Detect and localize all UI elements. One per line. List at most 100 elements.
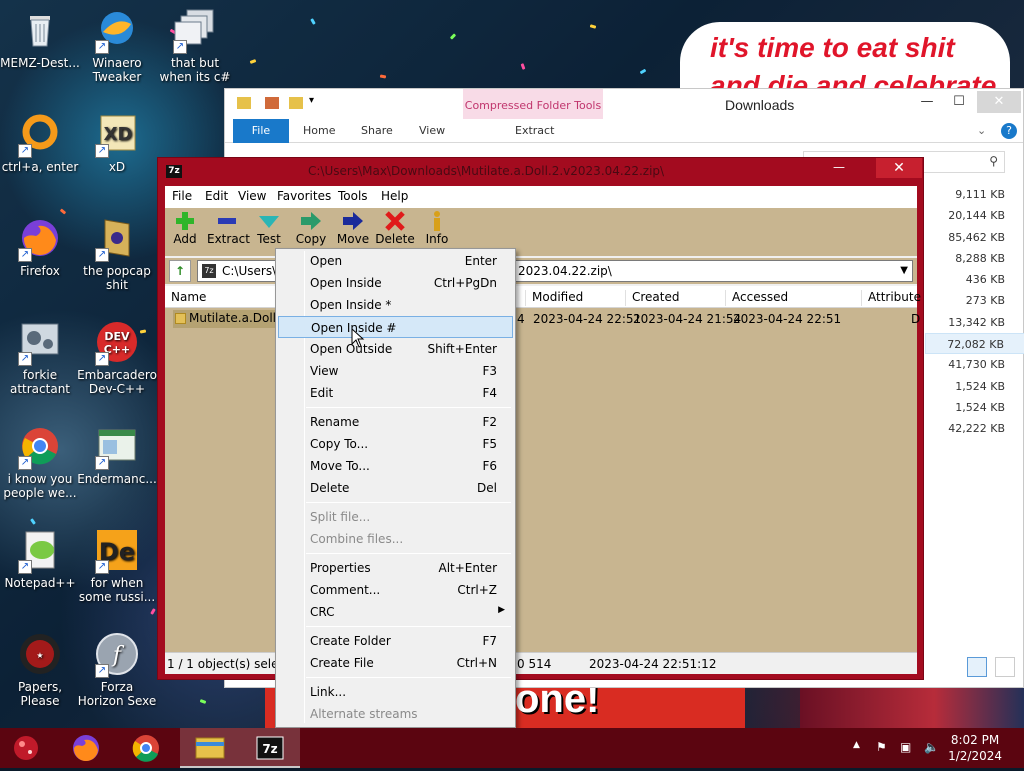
column-modified[interactable]: Modified — [525, 290, 583, 306]
7zip-titlebar[interactable]: 7z C:\Users\Max\Downloads\Mutilate.a.Dol… — [158, 158, 923, 186]
volume-muted-icon[interactable]: 🔈 — [924, 740, 939, 754]
up-folder-button[interactable]: ↑ — [169, 260, 191, 282]
explorer-titlebar[interactable]: ▾ Compressed Folder Tools Downloads — ☐ … — [225, 89, 1023, 119]
desktop-icon-endermanc[interactable]: ↗ Endermanc... — [77, 422, 157, 486]
column-accessed[interactable]: Accessed — [725, 290, 788, 306]
menu-item-open-inside[interactable]: Open Inside * — [278, 294, 513, 316]
menu-item-rename[interactable]: Rename F2 — [278, 411, 513, 433]
tab-home[interactable]: Home — [303, 119, 335, 143]
desktop-icon-papers-please[interactable]: ★ Papers, Please — [0, 630, 80, 708]
info-button[interactable]: Info — [417, 210, 457, 246]
list-item[interactable]: 1,524 KB — [925, 397, 1024, 418]
menu-item-create-file[interactable]: Create File Ctrl+N — [278, 652, 513, 674]
minimize-icon[interactable]: — — [911, 91, 943, 113]
column-created[interactable]: Created — [625, 290, 680, 306]
menu-favorites[interactable]: Favorites — [277, 189, 331, 203]
row-name-cell[interactable]: Mutilate.a.Doll.2 — [173, 310, 281, 328]
list-item[interactable]: 436 KB — [925, 269, 1024, 290]
add-button[interactable]: Add — [165, 210, 205, 246]
menu-item-open-outside[interactable]: Open Outside Shift+Enter — [278, 338, 513, 360]
list-item[interactable]: 20,144 KB — [925, 205, 1024, 226]
menu-item-label: Split file... — [310, 510, 371, 524]
menu-item-link[interactable]: Link... — [278, 681, 513, 703]
menu-item-edit[interactable]: Edit F4 — [278, 382, 513, 404]
quick-access-dropdown-icon[interactable]: ▾ — [309, 95, 314, 106]
menu-item-copy-to[interactable]: Copy To... F5 — [278, 433, 513, 455]
large-icons-view-icon[interactable] — [994, 657, 1015, 677]
chevron-down-icon[interactable]: ▼ — [900, 261, 908, 281]
list-item[interactable]: 273 KB — [925, 290, 1024, 311]
move-button[interactable]: Move — [333, 210, 373, 246]
menu-item-crc[interactable]: CRC ▶ — [278, 601, 513, 623]
menu-tools[interactable]: Tools — [338, 189, 368, 203]
desktop-icon-firefox[interactable]: ↗ Firefox — [0, 214, 80, 278]
tray-overflow-icon[interactable]: ▲ — [853, 740, 860, 750]
desktop-icon-memz[interactable]: MEMZ-Dest... — [0, 6, 80, 70]
desktop-icon-de[interactable]: De ↗ for when some russi... — [77, 526, 157, 604]
desktop-icon-notepadpp[interactable]: ↗ Notepad++ — [0, 526, 80, 590]
list-item[interactable]: 1,524 KB — [925, 376, 1024, 397]
taskbar-7zip[interactable]: 7z — [240, 728, 300, 768]
menu-item-open-inside[interactable]: Open Inside Ctrl+PgDn — [278, 272, 513, 294]
7zip-file-manager-window[interactable]: 7z C:\Users\Max\Downloads\Mutilate.a.Dol… — [157, 157, 924, 750]
desktop-icon-popcap[interactable]: ↗ the popcap shit — [77, 214, 157, 292]
minimize-icon[interactable]: — — [828, 158, 850, 178]
delete-button[interactable]: Delete — [375, 210, 415, 246]
7zip-app-icon[interactable]: 7z — [166, 165, 182, 178]
menu-item-properties[interactable]: Properties Alt+Enter — [278, 557, 513, 579]
menu-item-open-inside[interactable]: Open Inside # — [278, 316, 513, 338]
close-icon[interactable]: ✕ — [977, 91, 1021, 113]
test-button[interactable]: Test — [249, 210, 289, 246]
list-item[interactable]: 13,342 KB — [925, 312, 1024, 333]
list-item[interactable]: 72,082 KB — [925, 333, 1024, 355]
action-center-flag-icon[interactable]: ⚑ — [876, 740, 887, 754]
tab-share[interactable]: Share — [361, 119, 393, 143]
desktop-icon-ctrl-a[interactable]: ↗ ctrl+a, enter — [0, 110, 80, 174]
menu-edit[interactable]: Edit — [205, 189, 228, 203]
desktop-icon-forkie[interactable]: ↗ forkie attractant — [0, 318, 80, 396]
taskbar-firefox[interactable] — [56, 728, 116, 768]
desktop-icon-winaero[interactable]: ↗ Winaero Tweaker — [77, 6, 157, 84]
tab-file[interactable]: File — [233, 119, 289, 143]
menu-item-comment[interactable]: Comment... Ctrl+Z — [278, 579, 513, 601]
column-attribute[interactable]: Attribute — [861, 290, 921, 306]
help-icon[interactable]: ? — [1001, 123, 1017, 139]
ribbon-expand-icon[interactable]: ⌄ — [977, 119, 986, 143]
menu-item-delete[interactable]: Delete Del — [278, 477, 513, 499]
tab-extract[interactable]: Extract — [515, 119, 554, 143]
move-label: Move — [336, 232, 370, 246]
menu-item-open[interactable]: Open Enter — [278, 250, 513, 272]
menu-item-move-to[interactable]: Move To... F6 — [278, 455, 513, 477]
network-icon[interactable]: ▣ — [900, 740, 911, 754]
list-item[interactable]: 9,111 KB — [925, 184, 1024, 205]
tab-view[interactable]: View — [419, 119, 445, 143]
desktop-icon-devcpp[interactable]: DEV C++ ↗ Embarcadero Dev-C++ — [77, 318, 157, 396]
menu-view[interactable]: View — [238, 189, 266, 203]
taskbar-clock[interactable]: 8:02 PM 1/2/2024 — [948, 732, 1002, 764]
close-icon[interactable]: ✕ — [876, 158, 922, 178]
list-item[interactable]: 42,222 KB — [925, 418, 1024, 439]
copy-button[interactable]: Copy — [291, 210, 331, 246]
menu-item-create-folder[interactable]: Create Folder F7 — [278, 630, 513, 652]
extract-button[interactable]: Extract — [207, 210, 250, 246]
new-folder-icon[interactable] — [289, 97, 303, 109]
compressed-folder-tools-tab[interactable]: Compressed Folder Tools — [463, 89, 603, 119]
properties-icon[interactable] — [265, 97, 279, 109]
details-view-icon[interactable] — [967, 657, 987, 677]
menu-item-view[interactable]: View F3 — [278, 360, 513, 382]
list-item[interactable]: 85,462 KB — [925, 227, 1024, 248]
menu-item-label: Edit — [310, 386, 334, 400]
desktop-icon-csharp[interactable]: ↗ that but when its c# — [155, 6, 235, 84]
taskbar-chrome[interactable] — [116, 728, 176, 768]
taskbar-file-explorer[interactable] — [180, 728, 240, 768]
column-name[interactable]: Name — [165, 290, 206, 306]
start-button[interactable] — [0, 728, 52, 768]
desktop-icon-xd[interactable]: XD ↗ xD — [77, 110, 157, 174]
menu-help[interactable]: Help — [381, 189, 408, 203]
maximize-icon[interactable]: ☐ — [943, 91, 975, 113]
desktop-icon-chrome[interactable]: ↗ i know you people we... — [0, 422, 80, 500]
menu-file[interactable]: File — [172, 189, 192, 203]
list-item[interactable]: 41,730 KB — [925, 354, 1024, 375]
desktop-icon-forza[interactable]: f ↗ Forza Horizon Sexe — [77, 630, 157, 708]
list-item[interactable]: 8,288 KB — [925, 248, 1024, 269]
